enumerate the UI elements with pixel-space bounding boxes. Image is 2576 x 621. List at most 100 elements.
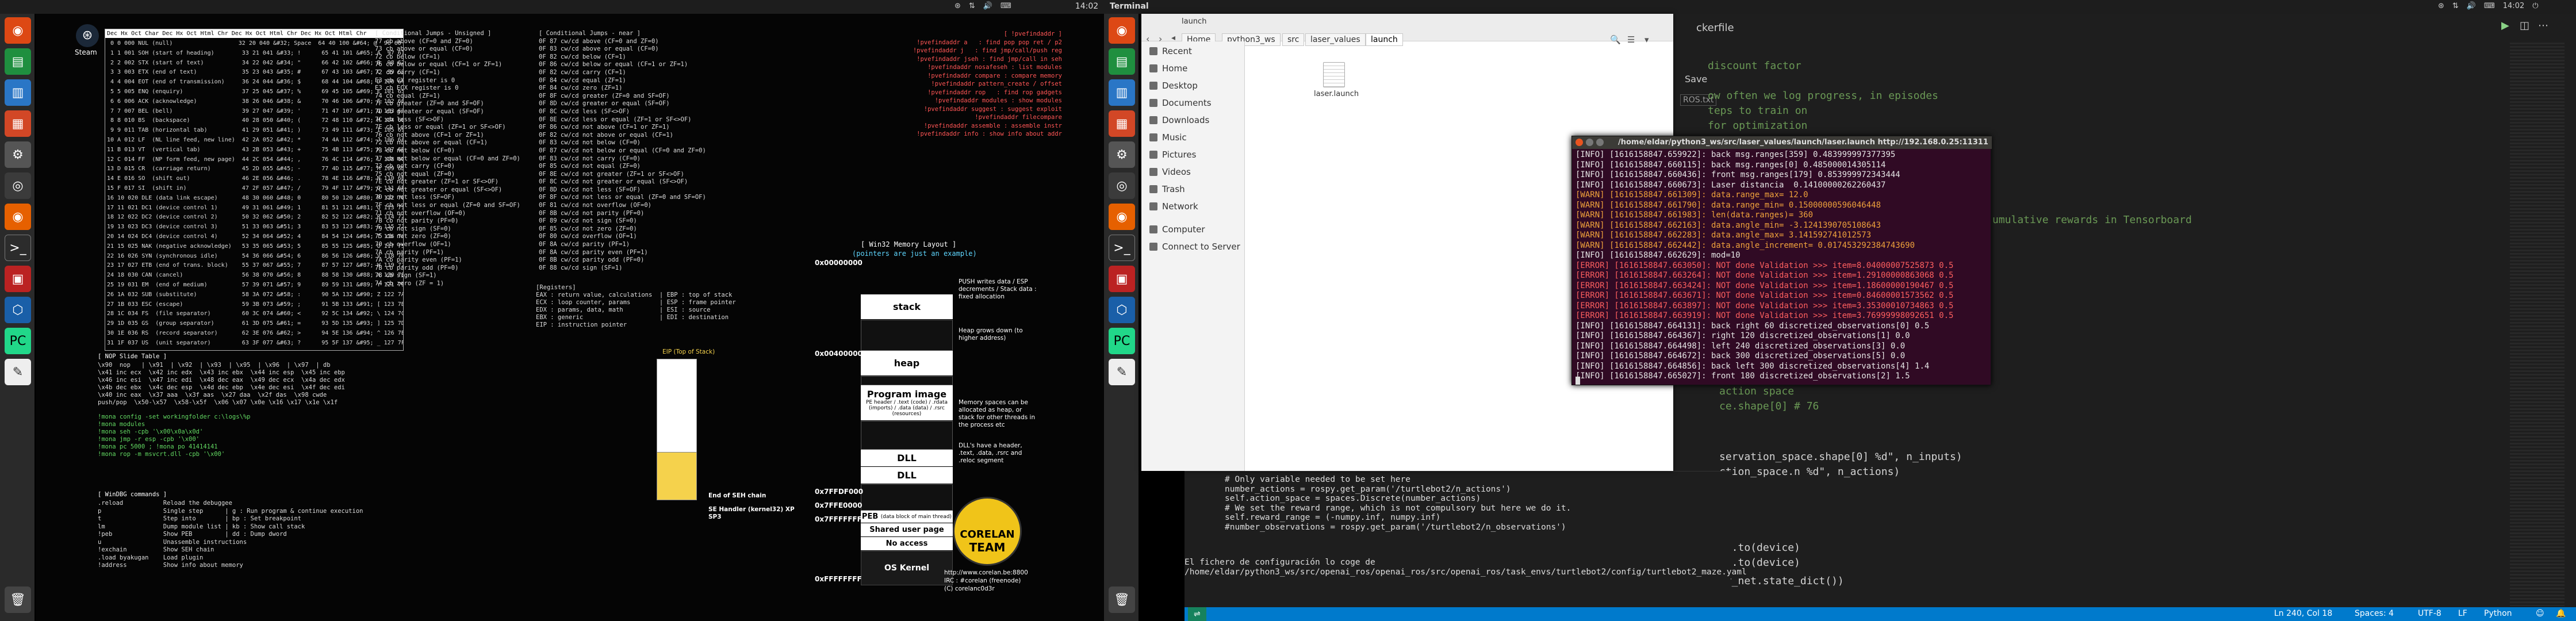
status-position[interactable]: Ln 240, Col 18: [2274, 609, 2332, 618]
red-app-icon-2[interactable]: ▣: [1109, 266, 1135, 292]
regs-line: EDX : params, data, math | ESI : source: [536, 306, 711, 313]
vscode-split-icon[interactable]: ◫: [2520, 20, 2529, 32]
terminal-line: [ERROR] [1616158847.663264]: NOT done Va…: [1575, 271, 1954, 280]
virtualbox-icon-2[interactable]: ⬡: [1109, 297, 1135, 323]
terminal-titlebar: /home/eldar/python3_ws/src/laser_values/…: [1572, 136, 1992, 149]
spreadsheet-icon-2[interactable]: ▤: [1109, 48, 1135, 75]
sidebar-desktop[interactable]: Desktop: [1149, 80, 1198, 91]
spreadsheet-icon[interactable]: ▤: [5, 48, 31, 75]
activities-terminal-label[interactable]: Terminal: [1110, 2, 1149, 11]
mem-gap-1: [861, 320, 953, 351]
firefox-icon-2[interactable]: ◉: [1109, 204, 1135, 230]
sidebar-connect-server[interactable]: Connect to Server: [1149, 241, 1240, 252]
trash-icon-2[interactable]: 🗑: [1109, 586, 1135, 613]
steam-tray-icon-2[interactable]: ⊛: [2438, 2, 2444, 10]
jmp-u-line: 7A cb parity (PF=1): [375, 248, 444, 256]
sidebar-recent[interactable]: Recent: [1149, 46, 1192, 56]
terminal-output[interactable]: [INFO] [1616158847.659922]: back msg.ran…: [1575, 150, 1987, 382]
left-top-bar: 14:02 ⊛ ⇅ 🔊 ⌨: [0, 0, 1104, 14]
status-feedback-icon[interactable]: ☺: [2536, 609, 2544, 618]
keyboard-icon[interactable]: ⌨: [1000, 2, 1011, 10]
status-bell-icon[interactable]: 🔔: [2556, 609, 2566, 618]
crumb-src[interactable]: src: [1282, 33, 1305, 46]
sidebar-music[interactable]: Music: [1149, 132, 1187, 143]
terminal-line: [INFO] [1616158847.660673]: Laser distan…: [1575, 180, 1886, 190]
status-spaces[interactable]: Spaces: 4: [2355, 609, 2394, 618]
terminal-minimize-button[interactable]: [1586, 139, 1593, 146]
ascii-rows-line: 29 1D 035 GS (group separator) 61 3D 075…: [107, 320, 403, 327]
network-icon[interactable]: ⇅: [969, 2, 975, 10]
sidebar-downloads-label: Downloads: [1162, 115, 1210, 125]
steam-desktop-icon[interactable]: ⊛: [76, 24, 99, 47]
ascii-rows-line: 8 8 010 BS (backspace) 40 28 050 &#40; (…: [110, 117, 403, 124]
volume-icon[interactable]: 🔊: [983, 2, 992, 10]
terminal-cursor: [1575, 377, 1580, 385]
pycharm-icon[interactable]: PC: [5, 328, 31, 354]
sidebar-network[interactable]: Network: [1149, 201, 1198, 212]
left-clock[interactable]: 14:02: [1070, 2, 1104, 11]
terminal-close-button[interactable]: [1575, 139, 1583, 146]
file-laser-launch[interactable]: laser.launch: [1314, 62, 1359, 98]
presentation-icon[interactable]: ▦: [5, 110, 31, 137]
fm-list-view-icon[interactable]: ☰: [1627, 34, 1635, 45]
terminal-maximize-button[interactable]: [1596, 139, 1604, 146]
volume-icon-2[interactable]: 🔊: [2467, 2, 2476, 10]
vscode-more-icon[interactable]: ⋯: [2538, 20, 2548, 32]
steam-tray-icon[interactable]: ⊛: [954, 2, 961, 10]
sidebar-downloads[interactable]: Downloads: [1149, 115, 1209, 125]
pycharm-icon-2[interactable]: PC: [1109, 328, 1135, 354]
chrome-icon[interactable]: ◎: [5, 172, 31, 199]
fm-search-icon[interactable]: 🔍: [1610, 34, 1621, 45]
sidebar-home[interactable]: Home: [1149, 63, 1187, 74]
power-icon[interactable]: ⏻: [2532, 2, 2538, 10]
trash-icon[interactable]: 🗑: [5, 586, 31, 613]
keyboard-icon-2[interactable]: ⌨: [2484, 2, 2495, 10]
ubuntu-icon-2[interactable]: ◉: [1109, 17, 1135, 44]
status-eol[interactable]: LF: [2458, 609, 2467, 618]
jmp-n-line: 0F 87 cw/cd not below or equal (CF=0 and…: [539, 147, 706, 154]
status-language[interactable]: Python: [2484, 609, 2512, 618]
red-app-icon[interactable]: ▣: [5, 266, 31, 292]
code-snippet: # Only variable needed to be set here num…: [1225, 475, 1571, 532]
text-editor-icon-2[interactable]: ✎: [1109, 359, 1135, 385]
ascii-rows-line: 13 D 015 CR (carriage return) 45 2D 055 …: [107, 166, 403, 172]
vscode-line-4: for optimization: [1708, 120, 1808, 132]
right-clock[interactable]: 14:02: [2503, 2, 2524, 10]
text-editor-icon[interactable]: ✎: [5, 359, 31, 385]
presentation-icon-2[interactable]: ▦: [1109, 110, 1135, 137]
sidebar-computer[interactable]: Computer: [1149, 224, 1205, 235]
crumb-launch[interactable]: launch: [1366, 33, 1403, 46]
ascii-rows-line: 1 1 001 SOH (start of heading) 33 21 041…: [110, 49, 403, 56]
document-icon-2[interactable]: ▥: [1109, 79, 1135, 106]
fm-menu-icon[interactable]: ▾: [1644, 34, 1649, 45]
sidebar-pictures[interactable]: Pictures: [1149, 150, 1196, 160]
terminal-icon-2[interactable]: >_: [1109, 235, 1135, 261]
ascii-rows-line: 15 F 017 SI (shift in) 47 2F 057 &#47; /…: [107, 185, 403, 191]
document-icon[interactable]: ▥: [5, 79, 31, 106]
sidebar-trash[interactable]: Trash: [1149, 184, 1185, 194]
vscode-save-button[interactable]: Save: [1685, 74, 1707, 85]
jmp-u-line: 7D cb not less (SF=OF): [375, 194, 455, 201]
jmp-u-line: 73 cb not carry (CF=0): [375, 163, 455, 170]
status-remote-icon[interactable]: ⇌: [1188, 607, 1206, 621]
sidebar-documents[interactable]: Documents: [1149, 98, 1212, 108]
sidebar-videos[interactable]: Videos: [1149, 167, 1191, 177]
ascii-rows-line: 2 2 002 STX (start of text) 34 22 042 &#…: [110, 59, 403, 66]
network-icon-2[interactable]: ⇅: [2452, 2, 2459, 10]
firefox-icon[interactable]: ◉: [5, 204, 31, 230]
addr-7ffdf000: 0x7FFDF000: [815, 488, 864, 496]
settings-icon-2[interactable]: ⚙: [1109, 141, 1135, 168]
terminal-line: [ERROR] [1616158847.663424]: NOT done Va…: [1575, 281, 1954, 290]
ubuntu-icon[interactable]: ◉: [5, 17, 31, 44]
vscode-tab-dockerfile[interactable]: ckerfile: [1696, 22, 1734, 34]
crumb-laser-values[interactable]: laser_values: [1305, 33, 1366, 46]
status-encoding[interactable]: UTF-8: [2418, 609, 2441, 618]
jumps-near: [ Conditional Jumps - near ] 0F 87 cw/cd …: [539, 30, 763, 289]
virtualbox-icon[interactable]: ⬡: [5, 297, 31, 323]
home-icon: [1149, 64, 1157, 72]
settings-icon[interactable]: ⚙: [5, 141, 31, 168]
terminal-icon[interactable]: >_: [5, 235, 31, 261]
chrome-icon-2[interactable]: ◎: [1109, 172, 1135, 199]
dll-note: DLL's have a header, .text, .data, .rsrc…: [959, 442, 1022, 464]
vscode-run-icon[interactable]: ▶: [2501, 20, 2509, 32]
